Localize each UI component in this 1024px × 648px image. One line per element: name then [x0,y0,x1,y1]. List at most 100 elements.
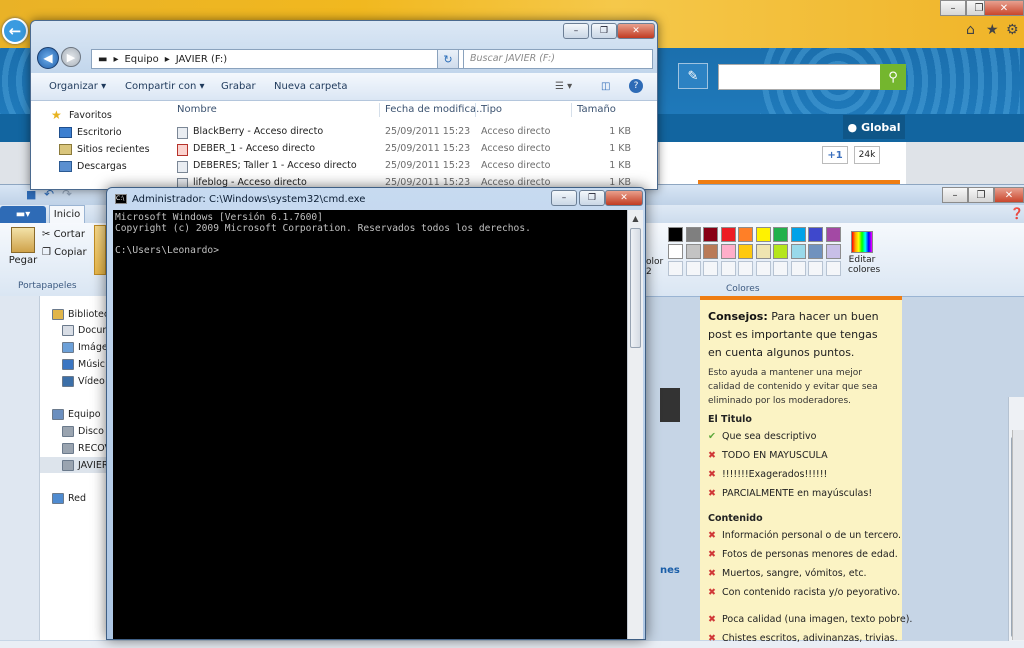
explorer-minimize-button[interactable]: – [563,23,589,39]
paint-close-button[interactable]: ✕ [994,187,1024,203]
custom-color-slot[interactable] [790,261,806,276]
custom-color-slot[interactable] [685,261,701,276]
nav-javier[interactable]: JAVIER [40,457,110,473]
cmd-restore-button[interactable]: ❐ [579,190,605,206]
preview-pane-icon[interactable]: ◫ [601,81,610,92]
custom-color-slot[interactable] [755,261,771,276]
edit-colors-button[interactable]: Editar colores [848,231,880,275]
custom-color-slot[interactable] [808,261,823,276]
browser-back-button[interactable]: ← [2,18,28,44]
tips-panel: Consejos: Para hacer un buen post es imp… [700,296,912,644]
select-tool-button[interactable] [94,225,106,275]
custom-color-slot[interactable] [773,261,788,276]
view-options-icon[interactable]: ☰ ▾ [555,81,572,92]
site-search-input[interactable] [718,64,882,90]
browser-close-button[interactable]: ✕ [984,0,1024,16]
color-swatch[interactable] [685,244,701,259]
color-swatch[interactable] [720,227,736,242]
cmd-console-output[interactable]: Microsoft Windows [Versión 6.1.7600] Copy… [113,210,627,639]
organizar-button[interactable]: Organizar ▾ [49,81,106,92]
color-swatch[interactable] [825,227,841,242]
col-tamano[interactable]: Tamaño [577,104,616,115]
breadcrumb-drive[interactable]: JAVIER (F:) [176,54,227,65]
nav-favoritos[interactable]: ★ Favoritos [51,107,112,123]
group-clipboard-label: Portapapeles [18,281,77,291]
explorer-close-button[interactable]: ✕ [617,23,655,39]
custom-color-slot[interactable] [703,261,718,276]
page-scrollbar[interactable] [1012,430,1024,640]
color-swatch[interactable] [773,244,788,259]
paste-button[interactable]: Pegar [6,227,40,275]
custom-color-slot[interactable] [720,261,736,276]
color-swatch[interactable] [808,227,823,242]
favorites-star-icon[interactable]: ★ [986,22,999,38]
cmd-scrollbar[interactable]: ▲ [627,210,643,639]
explorer-search-input[interactable]: Buscar JAVIER (F:) [463,49,653,69]
nav-sitios-recientes[interactable]: Sitios recientes [59,141,150,157]
custom-color-slot[interactable] [825,261,841,276]
cmd-close-button[interactable]: ✕ [605,190,643,206]
copy-button[interactable]: ❐ Copiar [42,247,87,258]
home-icon[interactable]: ⌂ [966,22,975,38]
gear-icon[interactable]: ⚙ [1006,22,1019,38]
tip-item: ✖ TODO EN MAYUSCULA [708,446,894,465]
explorer-nav-pane: ★ Favoritos Escritorio Sitios recientes … [31,101,163,189]
tab-inicio[interactable]: Inicio [49,205,85,223]
color-swatch[interactable] [720,244,736,259]
global-button[interactable]: ● Global [843,115,905,139]
nueva-carpeta-button[interactable]: Nueva carpeta [274,81,347,92]
file-row[interactable]: DEBER_1 - Acceso directo 25/09/2011 15:23… [171,141,657,158]
paint-file-menu[interactable]: ▬▾ [0,206,46,223]
search-icon[interactable]: ⚲ [880,64,906,90]
grabar-button[interactable]: Grabar [221,81,256,92]
color-swatch[interactable] [703,227,718,242]
color-swatch[interactable] [703,244,718,259]
forward-arrow-icon[interactable]: ▶ [61,47,81,67]
rainbow-icon [851,231,873,253]
link-fragment[interactable]: nes [660,565,680,576]
custom-color-slot[interactable] [738,261,753,276]
color-swatch[interactable] [773,227,788,242]
explorer-restore-button[interactable]: ❐ [591,23,617,39]
col-tipo[interactable]: Tipo [481,104,502,115]
paint-minimize-button[interactable]: – [942,187,968,203]
browser-minimize-button[interactable]: – [940,0,966,16]
file-row[interactable]: BlackBerry - Acceso directo 25/09/2011 15… [171,124,657,141]
back-arrow-icon[interactable]: ◀ [37,47,59,69]
drive-icon: ▬ [98,53,108,65]
color-swatch[interactable] [668,244,683,259]
color-swatch[interactable] [825,244,841,259]
cmd-minimize-button[interactable]: – [551,190,577,206]
col-nombre[interactable]: Nombre [177,104,217,115]
color-swatch[interactable] [790,227,806,242]
color-swatch[interactable] [755,227,771,242]
paste-label: Pegar [8,255,38,266]
help-icon[interactable]: ❓ [1010,207,1024,220]
cmd-line: Microsoft Windows [Versión 6.1.7600] [115,212,323,223]
color-swatch[interactable] [755,244,771,259]
breadcrumb-equipo[interactable]: Equipo [124,54,158,65]
help-icon[interactable]: ? [629,79,643,93]
refresh-icon[interactable]: ↻ [437,49,459,69]
nav-escritorio[interactable]: Escritorio [59,124,122,140]
paint-restore-button[interactable]: ❐ [968,187,994,203]
color-swatch[interactable] [790,244,806,259]
documents-icon [62,324,74,336]
file-row[interactable]: DEBERES; Taller 1 - Acceso directo 25/09/… [171,158,657,175]
custom-color-slot[interactable] [668,261,683,276]
color-swatch[interactable] [738,244,753,259]
pencil-icon[interactable]: ✎ [678,63,708,89]
compartir-button[interactable]: Compartir con ▾ [125,81,205,92]
color-swatch[interactable] [808,244,823,259]
cut-button[interactable]: ✂ Cortar [42,229,85,240]
google-plus-one-button[interactable]: +1 [822,146,848,164]
scroll-thumb[interactable] [630,228,641,348]
col-fecha[interactable]: Fecha de modifica... [385,104,486,115]
scroll-up-icon[interactable]: ▲ [629,211,642,225]
address-bar[interactable]: ▬ ▸ Equipo ▸ JAVIER (F:) [91,49,485,69]
color-swatch[interactable] [668,227,683,242]
color-swatch[interactable] [738,227,753,242]
color-swatch[interactable] [685,227,701,242]
nav-descargas[interactable]: Descargas [59,158,127,174]
tips-intro: Consejos: Para hacer un buen post es imp… [708,310,879,359]
